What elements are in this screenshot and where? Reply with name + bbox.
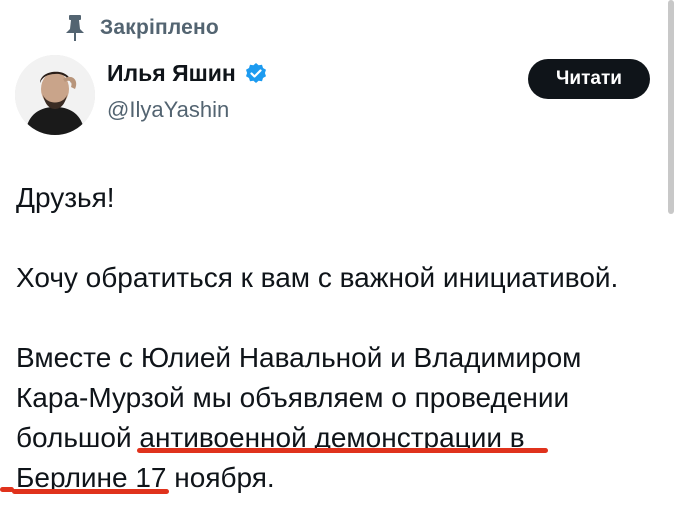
tweet-line: Вместе с Юлией Навальной и Владимиром xyxy=(16,342,582,373)
scrollbar[interactable] xyxy=(668,0,674,214)
verified-badge-icon xyxy=(245,62,266,83)
red-underline-annotation xyxy=(137,448,548,453)
follow-button[interactable]: Читати xyxy=(528,59,650,99)
red-underline-annotation xyxy=(0,487,14,492)
tweet-line: Хочу обратиться к вам с важной инициатив… xyxy=(16,262,619,293)
pinned-indicator: Закріплено xyxy=(64,14,219,42)
author-handle[interactable]: @IlyaYashin xyxy=(107,97,229,123)
author-name-row[interactable]: Илья Яшин xyxy=(107,60,268,87)
avatar-image xyxy=(15,55,95,135)
red-underline-annotation xyxy=(12,489,169,494)
pin-icon xyxy=(66,15,84,41)
tweet-line: Друзья! xyxy=(16,182,115,213)
avatar[interactable] xyxy=(15,55,95,135)
tweet-line: Кара-Мурзой мы объявляем о проведении xyxy=(16,382,570,413)
pinned-label: Закріплено xyxy=(100,16,219,39)
author-name[interactable]: Илья Яшин xyxy=(107,60,236,87)
